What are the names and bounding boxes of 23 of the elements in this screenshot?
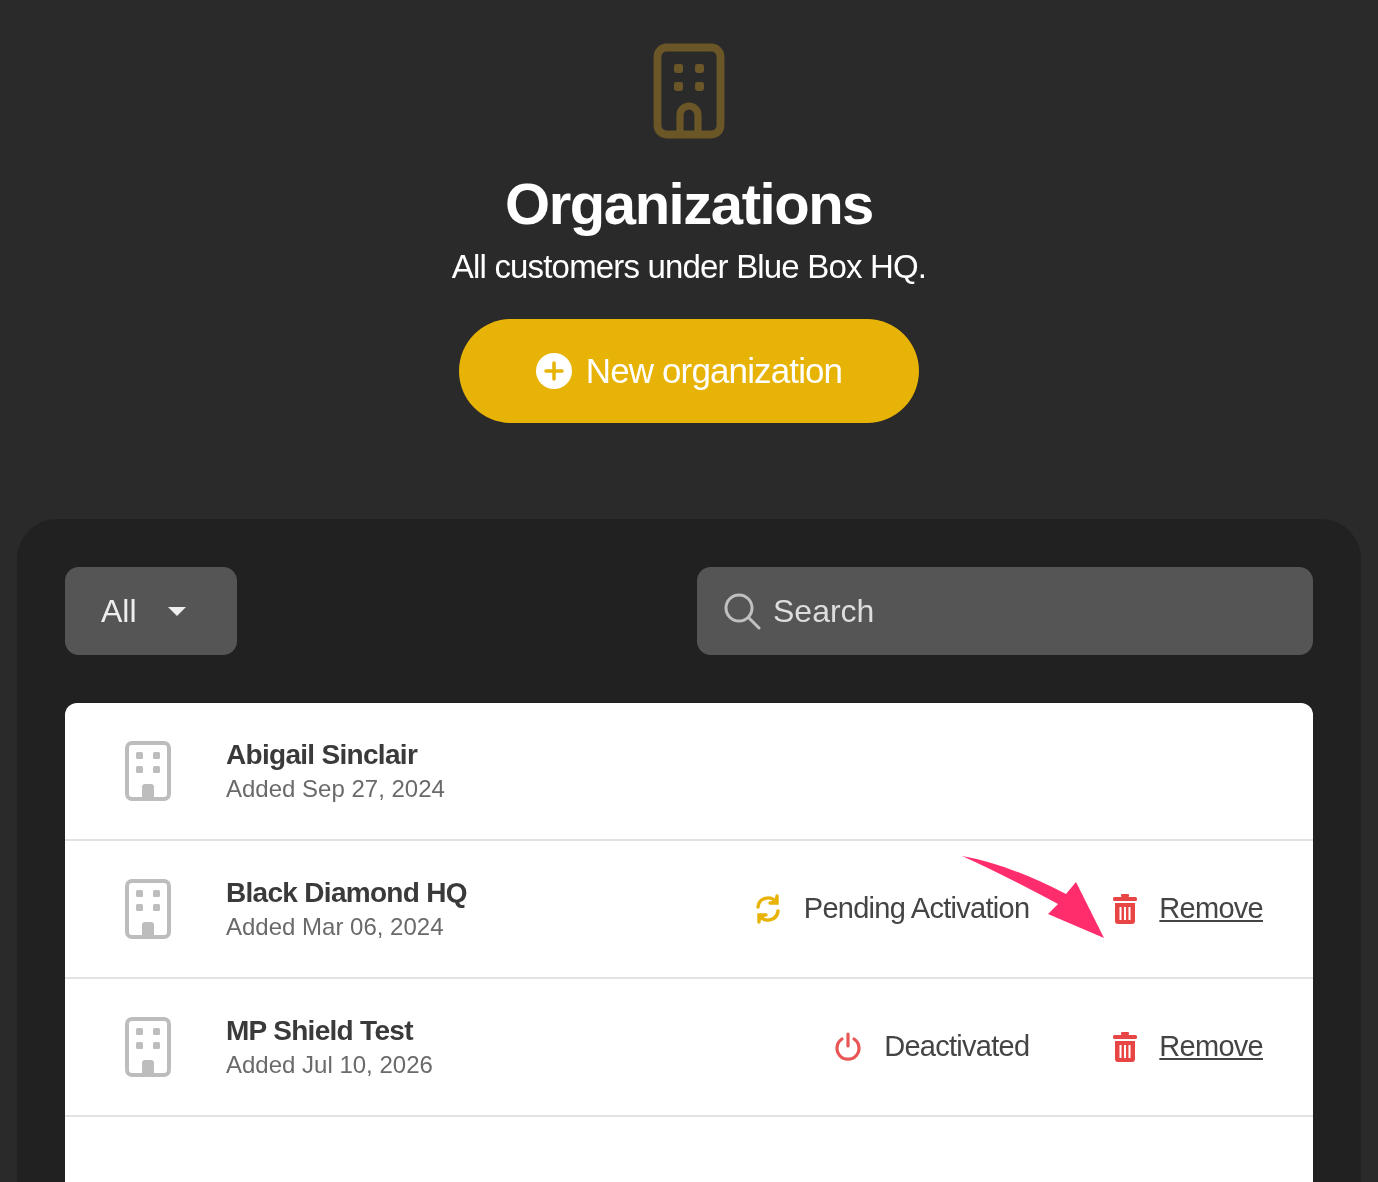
- trash-icon: [1113, 894, 1138, 924]
- organization-name: Abigail Sinclair: [226, 738, 419, 772]
- search-icon: [723, 592, 761, 630]
- added-date: Added Sep 27, 2024: [226, 774, 445, 804]
- building-icon: [653, 43, 725, 139]
- remove-link[interactable]: Remove: [1113, 1025, 1263, 1069]
- added-date: Added Mar 06, 2024: [226, 912, 445, 942]
- plus-circle-icon: [535, 353, 572, 389]
- added-date: Added Jul 10, 2026: [226, 1050, 433, 1080]
- trash-icon: [1113, 1032, 1138, 1062]
- page-subtitle: All customers under Blue Box HQ.: [451, 247, 927, 287]
- page-title: Organizations: [505, 170, 873, 238]
- organization-name: Black Diamond HQ: [226, 876, 467, 910]
- caret-icon: [166, 605, 187, 617]
- organization-name: MP Shield Test: [226, 1014, 415, 1048]
- remove-link[interactable]: Remove: [1113, 887, 1263, 931]
- building-icon: [125, 741, 171, 801]
- building-icon: [125, 879, 171, 939]
- status-label: Deactivated: [884, 1029, 1030, 1065]
- filter-dropdown[interactable]: All: [65, 567, 237, 655]
- building-icon: [125, 1017, 171, 1077]
- search-field[interactable]: Search: [697, 567, 1313, 655]
- status-label: Pending Activation: [803, 891, 1030, 927]
